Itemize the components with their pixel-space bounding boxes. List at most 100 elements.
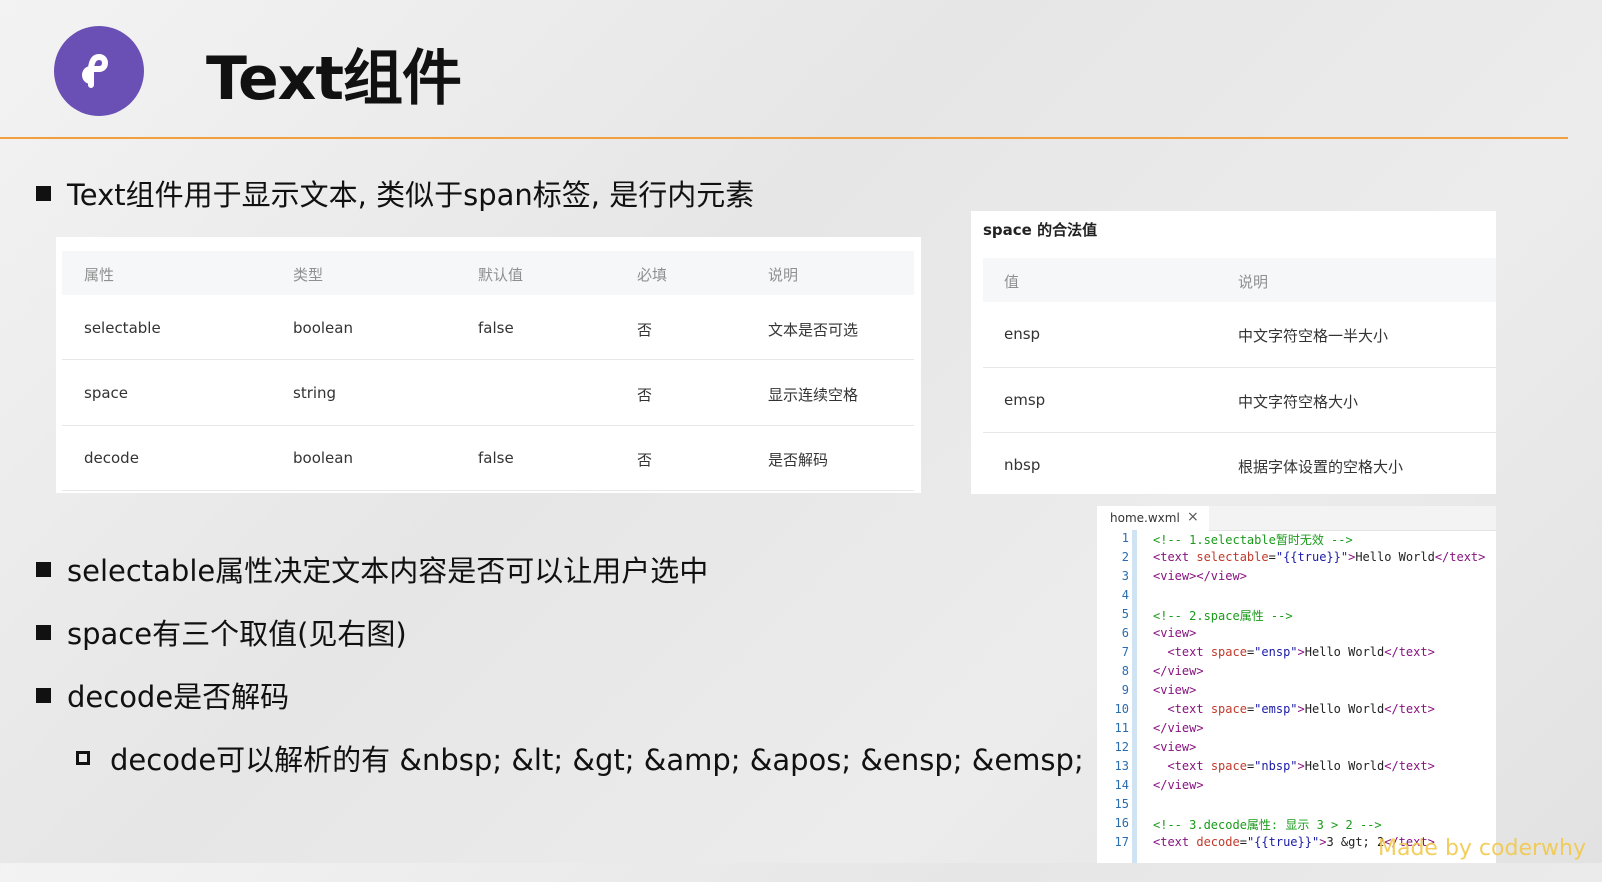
code-line: 13 <text space="nbsp">Hello World</text> (1097, 759, 1496, 778)
table-cell: 显示连续空格 (768, 386, 859, 404)
bullet-text: space有三个取值(见右图) (67, 617, 407, 651)
square-bullet-icon (36, 561, 51, 577)
table-cell: 文本是否可选 (768, 321, 859, 339)
code-line: 12 <view> (1097, 740, 1496, 759)
code-text: <!-- 3.decode属性: 显示 3 > 2 --> (1153, 816, 1382, 833)
header-cell: 必填 (637, 266, 668, 284)
sub-bullet-text: decode可以解析的有 &nbsp; &lt; &gt; &amp; &apo… (110, 743, 1084, 777)
code-text: <text space="emsp">Hello World</text> (1153, 702, 1435, 716)
code-token: "{{true}}" (1275, 550, 1349, 564)
code-token: <text (1167, 759, 1211, 773)
attribute-table: 属性 类型 默认值 必填 说明 selectable boolean false… (56, 237, 921, 493)
line-number: 3 (1121, 569, 1129, 583)
mini-program-logo-icon (54, 26, 144, 116)
code-token: > (1297, 702, 1305, 716)
code-line: 8 </view> (1097, 664, 1496, 683)
code-line: 1 <!-- 1.selectable暂时无效 --> (1097, 531, 1496, 550)
row-divider (62, 490, 914, 491)
bullet-item: Text组件用于显示文本, 类似于span标签, 是行内元素 (36, 172, 754, 214)
header-cell: 值 (1004, 273, 1020, 291)
table-cell: space (84, 384, 129, 402)
line-number: 12 (1114, 740, 1129, 754)
table-cell: false (478, 449, 514, 467)
code-line: 2 <text selectable="{{true}}">Hello World… (1097, 550, 1496, 569)
code-text: <view></view> (1153, 569, 1247, 583)
line-number: 4 (1121, 588, 1129, 602)
code-token: <view></view> (1153, 569, 1247, 583)
code-token: </view> (1153, 721, 1204, 735)
close-icon[interactable]: × (1187, 509, 1199, 525)
space-values-table: space 的合法值 值 说明 ensp 中文字符空格一半大小 emsp 中文字… (971, 211, 1496, 494)
line-number: 1 (1121, 531, 1129, 545)
code-text: </view> (1153, 778, 1204, 792)
table-cell: selectable (84, 319, 161, 337)
table-caption: space 的合法值 (983, 221, 1098, 239)
code-text: <text space="nbsp">Hello World</text> (1153, 759, 1435, 773)
code-token: "{{true}}" (1246, 835, 1320, 849)
code-line: 6 <view> (1097, 626, 1496, 645)
code-line: 9 <view> (1097, 683, 1496, 702)
code-line: 16 <!-- 3.decode属性: 显示 3 > 2 --> (1097, 816, 1496, 835)
code-token: > (1297, 759, 1305, 773)
code-token: <view> (1153, 740, 1197, 754)
line-number: 16 (1114, 816, 1129, 830)
line-number: 9 (1121, 683, 1129, 697)
code-token: <!-- 1.selectable暂时无效 --> (1153, 533, 1353, 547)
line-number: 2 (1121, 550, 1129, 564)
table-cell: 否 (637, 386, 653, 404)
square-bullet-icon (36, 185, 51, 201)
code-token: <view> (1153, 626, 1197, 640)
code-token: space (1210, 702, 1247, 716)
editor-tab[interactable]: home.wxml × (1097, 506, 1209, 531)
line-number: 14 (1114, 778, 1129, 792)
code-token: <!-- 2.space属性 --> (1153, 609, 1293, 623)
table-cell: emsp (1004, 391, 1046, 409)
code-text: <view> (1153, 626, 1196, 640)
hollow-square-bullet-icon (76, 751, 90, 765)
table-cell: false (478, 319, 514, 337)
code-token: <text (1153, 835, 1197, 849)
bullet-text: decode是否解码 (67, 680, 290, 714)
header-cell: 默认值 (478, 266, 524, 284)
code-token: "ensp" (1254, 645, 1298, 659)
header-cell: 说明 (768, 266, 799, 284)
table-cell: boolean (293, 319, 353, 337)
code-token: </text> (1384, 759, 1435, 773)
code-token: <text (1167, 702, 1211, 716)
code-line: 3 <view></view> (1097, 569, 1496, 588)
bullet-item: space有三个取值(见右图) (36, 611, 407, 653)
code-text: <view> (1153, 740, 1196, 754)
square-bullet-icon (36, 624, 51, 640)
code-token: "emsp" (1254, 702, 1298, 716)
code-line: 15 (1097, 797, 1496, 816)
square-bullet-icon (36, 687, 51, 703)
table-cell: boolean (293, 449, 353, 467)
title-divider (0, 137, 1568, 139)
code-token: "nbsp" (1254, 759, 1298, 773)
code-line: 4 (1097, 588, 1496, 607)
code-token: </text> (1434, 550, 1486, 564)
code-token: <text (1167, 645, 1211, 659)
code-line: 5 <!-- 2.space属性 --> (1097, 607, 1496, 626)
row-divider (983, 432, 1496, 433)
code-token: > (1297, 645, 1305, 659)
code-line: 11 </view> (1097, 721, 1496, 740)
table-cell: 是否解码 (768, 451, 829, 469)
code-token: Hello World (1304, 702, 1385, 716)
code-token: 3 &gt; 2 (1326, 835, 1385, 849)
code-text: </view> (1153, 664, 1204, 678)
line-number: 10 (1114, 702, 1129, 716)
code-text: </view> (1153, 721, 1204, 735)
line-number: 8 (1121, 664, 1129, 678)
table-cell: ensp (1004, 325, 1041, 343)
bullet-text: selectable属性决定文本内容是否可以让用户选中 (67, 554, 709, 588)
code-token: Hello World (1304, 759, 1385, 773)
code-token: <view> (1153, 683, 1197, 697)
code-token: </text> (1384, 702, 1435, 716)
line-number: 5 (1121, 607, 1129, 621)
code-token: </view> (1153, 778, 1204, 792)
code-token: </view> (1153, 664, 1204, 678)
